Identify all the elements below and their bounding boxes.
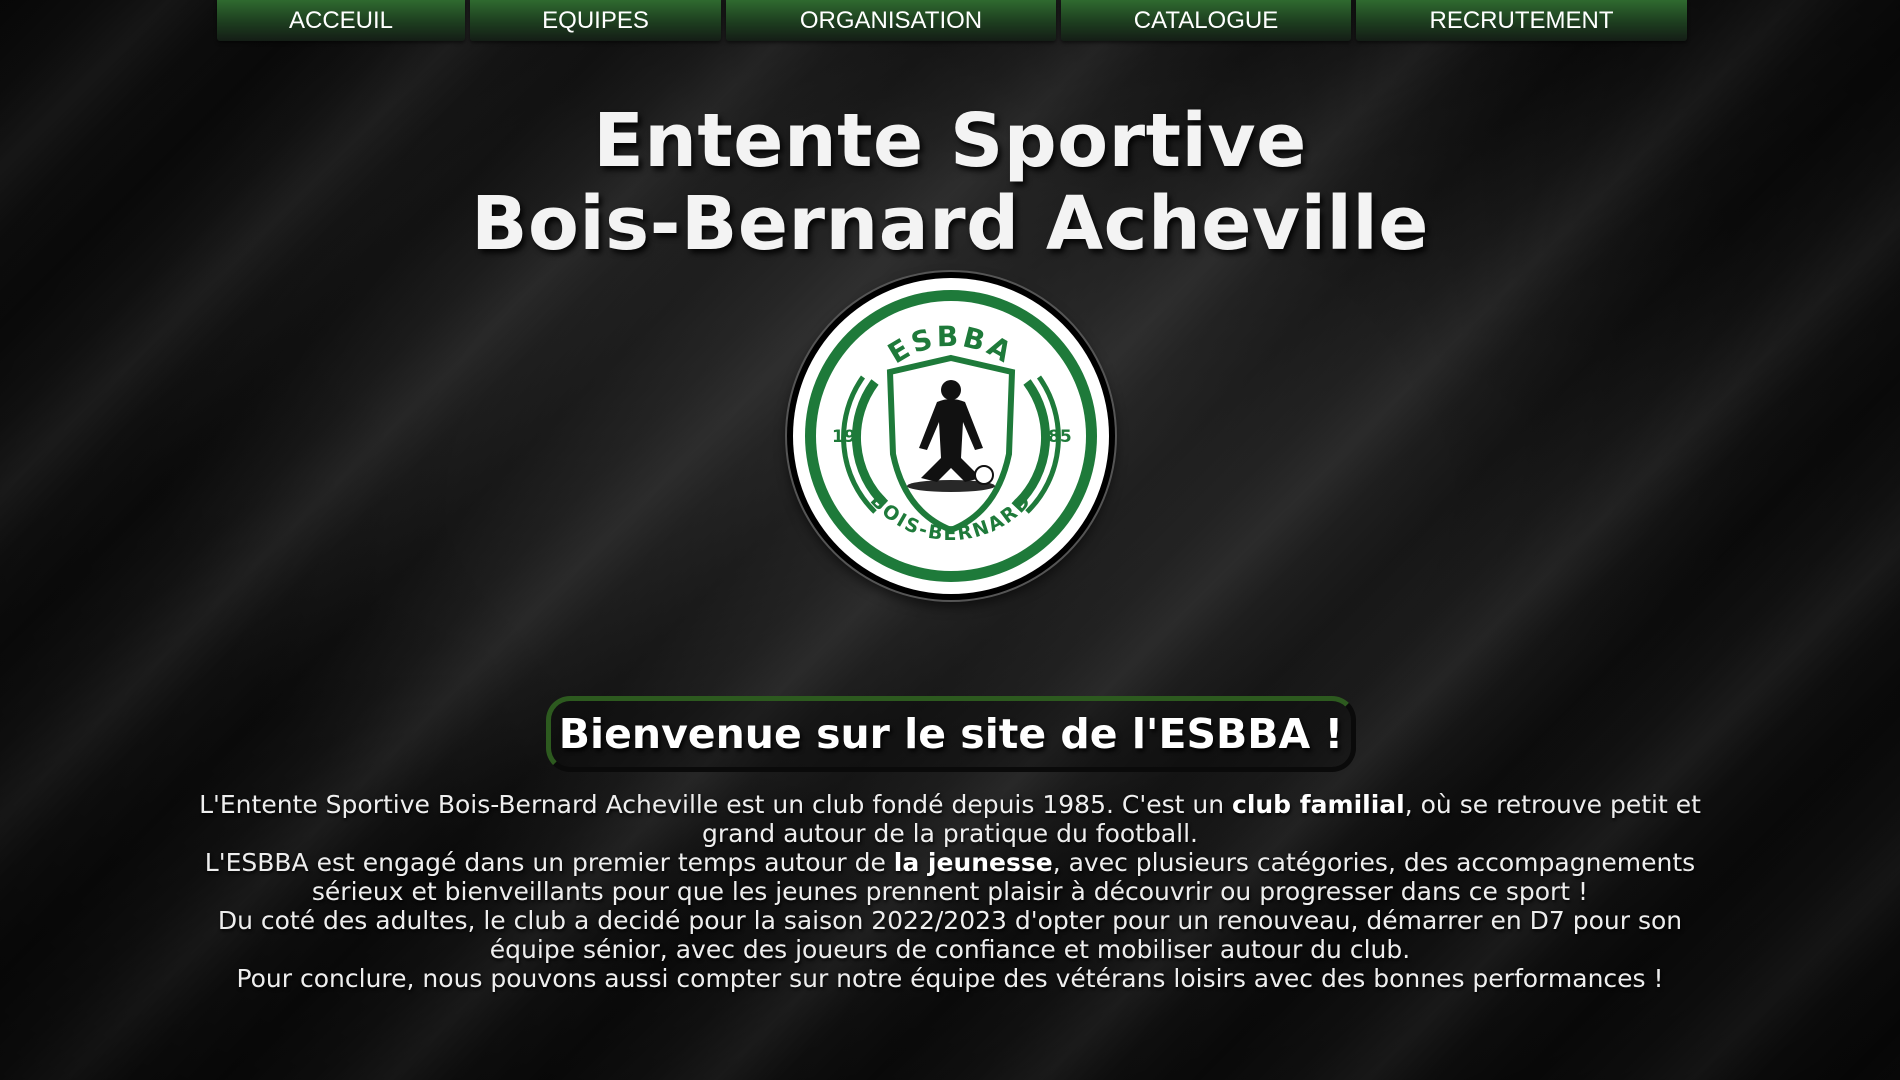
nav-item-catalogue[interactable]: CATALOGUE xyxy=(1061,0,1351,41)
page-title: Entente Sportive Bois-Bernard Acheville xyxy=(0,100,1900,266)
description-highlight-la-jeunesse: la jeunesse xyxy=(893,848,1053,877)
welcome-heading: Bienvenue sur le site de l'ESBBA ! xyxy=(546,696,1356,773)
description-highlight-club-familial: club familial xyxy=(1232,790,1405,819)
club-logo: ESBBA BOIS-BERNARD 19 85 xyxy=(787,272,1115,600)
description-paragraph-1: L'Entente Sportive Bois-Bernard Achevill… xyxy=(185,790,1715,848)
description-text: L'ESBBA est engagé dans un premier temps… xyxy=(204,848,894,877)
logo-year-left: 19 xyxy=(832,427,856,447)
nav-item-organisation[interactable]: ORGANISATION xyxy=(726,0,1056,41)
club-logo-emblem: ESBBA BOIS-BERNARD 19 85 xyxy=(793,278,1109,594)
page-title-line2: Bois-Bernard Acheville xyxy=(471,181,1429,267)
nav-item-recrutement[interactable]: RECRUTEMENT xyxy=(1356,0,1687,41)
description-text: L'Entente Sportive Bois-Bernard Achevill… xyxy=(199,790,1232,819)
description-paragraph-2: L'ESBBA est engagé dans un premier temps… xyxy=(185,848,1715,906)
page-title-line1: Entente Sportive xyxy=(593,98,1307,184)
description-paragraph-4: Pour conclure, nous pouvons aussi compte… xyxy=(236,964,1664,993)
nav-item-equipes[interactable]: EQUIPES xyxy=(470,0,721,41)
description-paragraph-3: Du coté des adultes, le club a decidé po… xyxy=(217,906,1683,964)
club-description: L'Entente Sportive Bois-Bernard Achevill… xyxy=(185,790,1715,993)
logo-year-right: 85 xyxy=(1048,427,1072,447)
nav-item-acceuil[interactable]: ACCEUIL xyxy=(217,0,465,41)
main-nav: ACCEUIL EQUIPES ORGANISATION CATALOGUE R… xyxy=(217,0,1687,41)
